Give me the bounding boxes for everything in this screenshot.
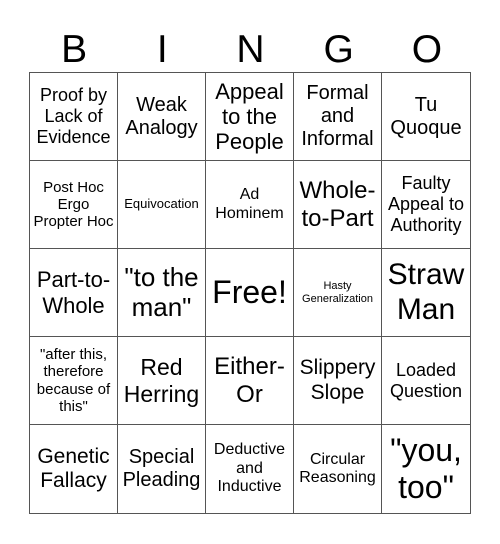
bingo-cell[interactable]: Equivocation <box>118 161 206 249</box>
header-letter-i: I <box>156 28 168 71</box>
bingo-cell[interactable]: Special Pleading <box>118 425 206 513</box>
cell-text: Ad Hominem <box>215 186 284 222</box>
cell-text: Special Pleading <box>122 446 201 491</box>
cell-text: Genetic Fallacy <box>37 444 110 492</box>
header-letter-n: N <box>236 28 265 71</box>
bingo-cell[interactable]: Ad Hominem <box>206 161 294 249</box>
bingo-cell[interactable]: Whole-to-Part <box>294 161 382 249</box>
cell-text: Free! <box>212 274 287 311</box>
cell-text: Tu Quoque <box>390 93 462 139</box>
free-space-cell[interactable]: Free! <box>206 249 294 337</box>
cell-text: "to the man" <box>124 261 199 322</box>
cell-text: Equivocation <box>124 196 199 212</box>
cell-text: Part-to-Whole <box>36 267 111 318</box>
cell-text: Appeal to the People <box>215 78 284 155</box>
cell-text: Straw Man <box>387 258 465 326</box>
bingo-cell[interactable]: "after this, therefore because of this" <box>30 337 118 425</box>
bingo-cell[interactable]: Faulty Appeal to Authority <box>382 161 470 249</box>
bingo-cell[interactable]: Deductive and Inductive <box>206 425 294 513</box>
bingo-cell[interactable]: Part-to-Whole <box>30 249 118 337</box>
cell-text: Formal and Informal <box>301 82 374 150</box>
bingo-cell[interactable]: Either-Or <box>206 337 294 425</box>
bingo-cell[interactable]: Proof by Lack of Evidence <box>30 73 118 161</box>
cell-text: Faulty Appeal to Authority <box>387 173 465 235</box>
bingo-cell[interactable]: Circular Reasoning <box>294 425 382 513</box>
cell-text: Proof by Lack of Evidence <box>36 85 111 147</box>
cell-text: Red Herring <box>123 354 200 407</box>
bingo-cell[interactable]: Red Herring <box>118 337 206 425</box>
bingo-cell[interactable]: Appeal to the People <box>206 73 294 161</box>
cell-text: "you, too" <box>390 432 462 505</box>
cell-text: Loaded Question <box>389 359 463 401</box>
bingo-cell[interactable]: Loaded Question <box>382 337 470 425</box>
cell-text: Whole-to-Part <box>299 176 376 232</box>
cell-text: Weak Analogy <box>125 93 198 139</box>
bingo-cell[interactable]: "to the man" <box>118 249 206 337</box>
bingo-cell[interactable]: "you, too" <box>382 425 470 513</box>
bingo-cell[interactable]: Formal and Informal <box>294 73 382 161</box>
bingo-cell[interactable]: Tu Quoque <box>382 73 470 161</box>
bingo-cell[interactable]: Genetic Fallacy <box>30 425 118 513</box>
cell-text: "after this, therefore because of this" <box>36 346 111 415</box>
bingo-header: B I N G O <box>30 28 471 72</box>
header-letter-b: B <box>61 28 88 71</box>
header-letter-g: G <box>323 28 354 71</box>
bingo-grid: Proof by Lack of Evidence Weak Analogy App… <box>29 72 471 514</box>
cell-text: Circular Reasoning <box>299 450 376 486</box>
bingo-cell[interactable]: Slippery Slope <box>294 337 382 425</box>
bingo-cell[interactable]: Post Hoc Ergo Propter Hoc <box>30 161 118 249</box>
cell-text: Deductive and Inductive <box>213 441 286 496</box>
bingo-cell[interactable]: Weak Analogy <box>118 73 206 161</box>
cell-text: Hasty Generalization <box>302 279 373 305</box>
cell-text: Either-Or <box>214 352 285 408</box>
bingo-cell[interactable]: Hasty Generalization <box>294 249 382 337</box>
bingo-cell[interactable]: Straw Man <box>382 249 470 337</box>
header-letter-o: O <box>411 28 443 71</box>
cell-text: Slippery Slope <box>299 356 376 404</box>
cell-text: Post Hoc Ergo Propter Hoc <box>33 178 114 231</box>
